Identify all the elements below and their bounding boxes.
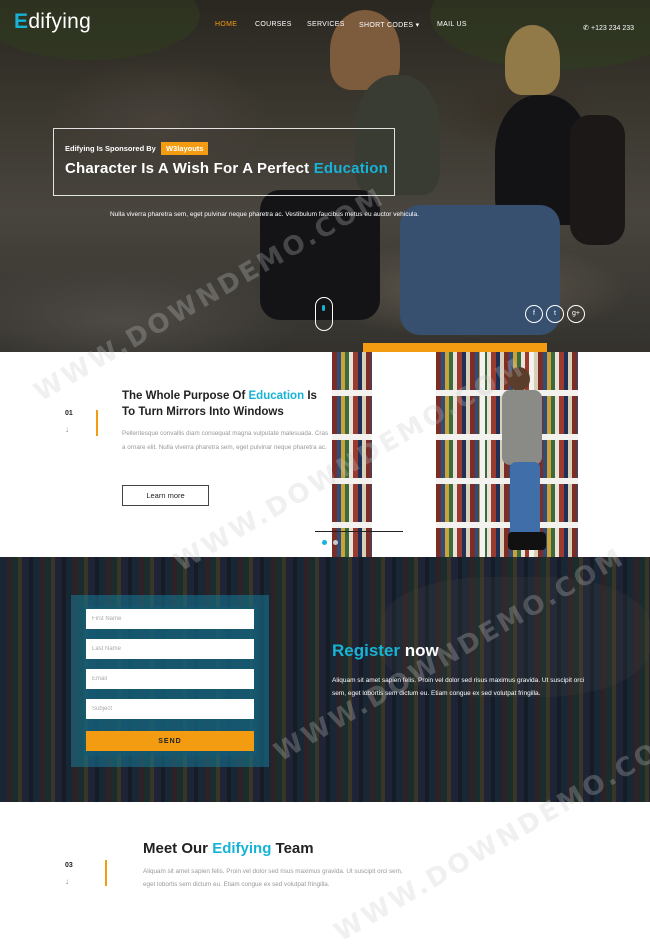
hero-title-main: Character Is A Wish For A Perfect xyxy=(65,160,310,177)
about-title-pre: The Whole Purpose Of xyxy=(122,390,246,402)
team-title-accent: Edifying xyxy=(212,840,272,857)
scroll-down-icon[interactable] xyxy=(315,297,333,331)
nav-item-short-codes-label: SHORT CODES xyxy=(359,22,414,29)
section-number: 01 xyxy=(65,410,73,417)
nav-item-services[interactable]: SERVICES xyxy=(307,21,345,28)
accent-divider xyxy=(105,860,107,886)
learn-more-button[interactable]: Learn more xyxy=(122,485,209,506)
chevron-down-icon: ▾ xyxy=(415,22,420,29)
hero-title-accent: Education xyxy=(313,160,388,177)
subject-field[interactable] xyxy=(86,699,254,719)
hero-title: Character Is A Wish For A Perfect Educat… xyxy=(65,160,388,177)
team-title-pre: Meet Our xyxy=(143,840,209,857)
sponsor-badge[interactable]: W3layouts xyxy=(160,142,209,155)
section-number: 03 xyxy=(65,862,73,869)
first-name-field[interactable] xyxy=(86,609,254,629)
register-title: Register now xyxy=(332,641,439,661)
slider-dot[interactable] xyxy=(333,540,338,545)
about-paragraph: Pellentesque convallis diam consequat ma… xyxy=(122,430,329,451)
register-title-accent: Register xyxy=(332,641,401,660)
accent-divider xyxy=(96,410,98,436)
reader-jeans xyxy=(510,462,540,537)
nav-item-home[interactable]: HOME xyxy=(215,21,237,28)
send-button[interactable]: SEND xyxy=(86,731,254,751)
reader-head xyxy=(508,367,530,391)
facebook-icon[interactable]: f xyxy=(525,305,543,323)
library-photo xyxy=(436,352,578,557)
library-shelf-image xyxy=(332,352,372,557)
phone-contact: ✆ +123 234 233 xyxy=(583,24,634,32)
team-title-post: Team xyxy=(275,840,314,857)
slider-track xyxy=(315,531,403,532)
email-field[interactable] xyxy=(86,669,254,689)
slider-dot-active[interactable] xyxy=(322,540,327,545)
nav-item-courses[interactable]: COURSES xyxy=(255,21,292,28)
hero-subtitle: Nulla viverra pharetra sem, eget pulvina… xyxy=(110,211,419,218)
arrow-down-icon: ↓ xyxy=(65,877,69,886)
phone-icon: ✆ xyxy=(583,25,590,32)
register-title-rest: now xyxy=(404,641,439,660)
phone-number: +123 234 233 xyxy=(590,25,634,32)
arrow-down-icon: ↓ xyxy=(65,425,69,434)
google-plus-icon[interactable]: g+ xyxy=(567,305,585,323)
about-title-accent: Education xyxy=(248,390,305,402)
sponsor-line: Edifying Is Sponsored By W3layouts xyxy=(65,142,209,155)
register-paragraph: Aliquam sit amet sapien felis. Proin vel… xyxy=(332,677,585,697)
reader-boots xyxy=(508,532,546,550)
sponsor-text: Edifying Is Sponsored By xyxy=(65,144,156,153)
team-title: Meet Our Edifying Team xyxy=(143,840,314,857)
nav-item-mail-us[interactable]: MAIL US xyxy=(437,21,467,28)
about-title: The Whole Purpose Of Education Is To Tur… xyxy=(122,388,332,420)
twitter-icon[interactable]: t xyxy=(546,305,564,323)
reader-sweater xyxy=(502,390,542,465)
last-name-field[interactable] xyxy=(86,639,254,659)
nav-item-short-codes[interactable]: SHORT CODES ▾ xyxy=(359,21,419,29)
team-paragraph: Aliquam sit amet sapien felis. Proin vel… xyxy=(143,868,403,888)
main-nav: HOME COURSES SERVICES SHORT CODES ▾ MAIL… xyxy=(0,21,650,33)
accent-bar xyxy=(363,343,547,352)
hero-banner: Edifying HOME COURSES SERVICES SHORT COD… xyxy=(0,0,650,352)
